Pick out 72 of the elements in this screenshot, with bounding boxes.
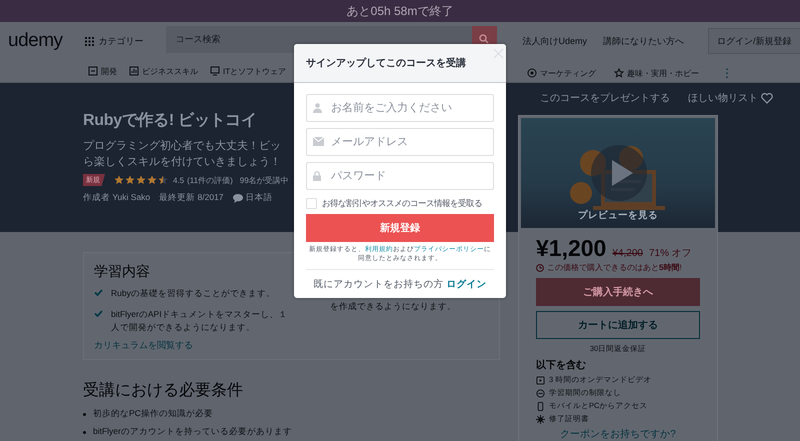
udemy-logo[interactable]: udemy (8, 30, 63, 52)
course-subtitle: ら楽しくスキルを付けていきましょう！ (83, 155, 281, 170)
envelope-icon (313, 137, 324, 146)
learning-item: bitFlyerのAPIドキュメントをマスターし、１人で開発ができるようになります。 (111, 308, 289, 334)
play-icon[interactable] (591, 145, 647, 201)
mobile-icon (536, 402, 545, 410)
target-icon (527, 68, 537, 78)
requirement-item: 初歩的なPC操作の知識が必要 (83, 408, 213, 420)
video-icon (536, 376, 545, 384)
categories-menu[interactable]: カテゴリー (84, 34, 144, 48)
curriculum-link[interactable]: カリキュラムを閲覧する (94, 340, 193, 350)
wishlist-link[interactable]: ほしい物リスト (688, 91, 773, 105)
includes-heading: 以下を含む (536, 360, 586, 371)
certificate-icon (536, 414, 545, 424)
add-to-cart-button[interactable]: カートに追加する (536, 311, 700, 339)
name-field[interactable]: お名前をご入力ください (306, 94, 494, 122)
login-link[interactable]: ログイン (446, 279, 486, 290)
course-subtitle: プログラミング初心者でも大丈夫！ビッ (83, 138, 281, 154)
price-text: ¥1,200 (536, 235, 606, 262)
check-icon (94, 289, 103, 296)
person-icon (313, 103, 322, 113)
category-link[interactable]: 開発 (88, 66, 117, 76)
language-text: 日本語 (246, 192, 273, 204)
star-icon (114, 175, 124, 185)
countdown-text: あと05h 58mで終了 (346, 2, 454, 20)
learning-item: を作成できるようになります。 (330, 301, 456, 313)
category-link[interactable]: 趣味・実用・ホビー (614, 66, 699, 80)
category-link[interactable]: ビジネススキル (129, 66, 198, 76)
learning-item: Rubyの基礎を習得することができます。 (111, 287, 275, 300)
heart-icon (761, 92, 773, 104)
gift-link[interactable]: このコースをプレゼントする (540, 91, 670, 105)
category-link[interactable]: マーケティング (527, 66, 596, 80)
star-icon (158, 175, 168, 185)
checkout-button[interactable]: ご購入手続きへ (536, 278, 700, 306)
lock-icon (313, 171, 321, 181)
author-text: 作成者 Yuki Sako (83, 192, 150, 204)
discount-text: 71% オフ (648, 247, 692, 260)
clock-icon (536, 264, 544, 272)
password-field[interactable]: パスワード (306, 162, 494, 190)
updated-text: 最終更新 8/2017 (159, 192, 224, 204)
grid-icon (84, 36, 94, 46)
course-title: Rubyで作る! ビットコイ (83, 111, 257, 131)
modal-title: サインアップしてこのコースを受講 (306, 56, 466, 70)
section-heading: 受講における必要条件 (83, 380, 243, 401)
more-menu[interactable]: ⋮ (721, 66, 733, 80)
timer-text: この価格で購入できるのはあと5時間! (547, 262, 682, 273)
star-icon (614, 68, 624, 78)
star-icon (136, 175, 146, 185)
search-icon (479, 34, 490, 44)
chart-icon (129, 66, 139, 76)
requirement-item: bitFlyerのアカウントを持っている必要があります (83, 426, 292, 438)
email-field[interactable]: メールアドレス (306, 128, 494, 156)
rating-text: 4.5 (173, 176, 184, 184)
signup-button[interactable]: 新規登録 (306, 214, 494, 242)
check-icon (94, 310, 103, 317)
checkbox-label: お得な割引やオススメのコース情報を受取る (322, 198, 482, 209)
login-button[interactable]: ログイン/新規登録 (708, 28, 800, 54)
original-price: ¥4,200 (612, 248, 643, 259)
checkbox[interactable] (306, 198, 317, 209)
header-link[interactable]: 講師になりたい方へ (603, 34, 684, 48)
student-count: 99名が受講中 (240, 174, 289, 186)
review-count: (11件の評価) (187, 174, 233, 186)
monitor-icon (210, 66, 220, 76)
section-heading: 学習内容 (94, 263, 150, 281)
header-link[interactable]: 法人向けUdemy (522, 34, 588, 48)
preview-label: プレビューを見る (577, 209, 659, 222)
account-prompt: 既にアカウントをお持ちの方 (314, 279, 444, 290)
star-icon (125, 175, 135, 185)
category-link[interactable]: ITとソフトウェア (210, 66, 286, 76)
star-icon (147, 175, 157, 185)
coupon-link[interactable]: クーポンをお持ちですか? (560, 429, 676, 440)
speech-icon (232, 194, 243, 202)
